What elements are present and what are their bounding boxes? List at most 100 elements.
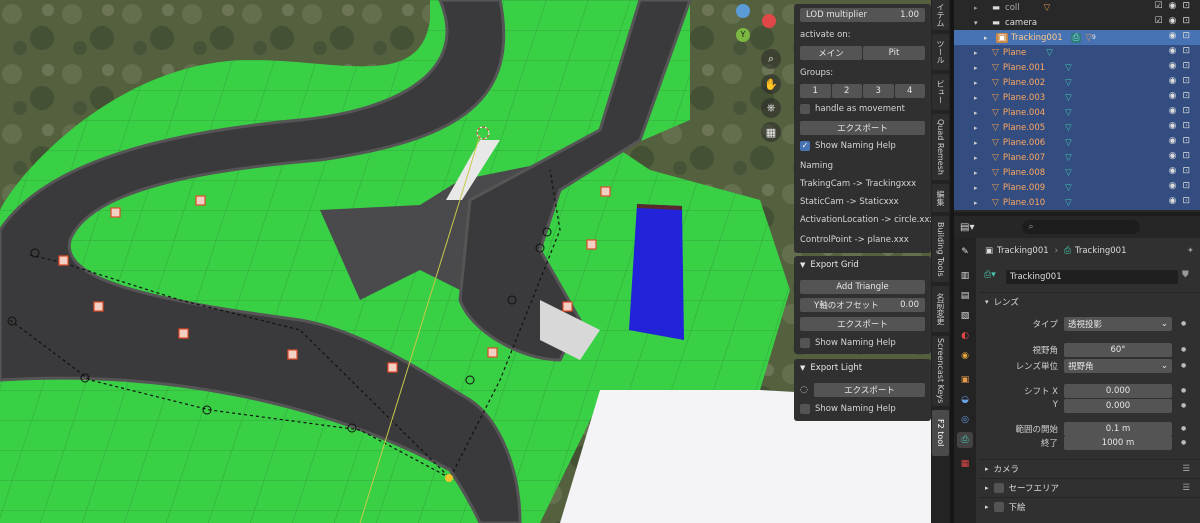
fov-field[interactable]: 60° [1064, 343, 1172, 357]
3d-viewport[interactable]: Y ⌕ ✋ ⎈ ▦ LOD multiplier 1.00 activate o… [0, 0, 937, 523]
add-triangle-button[interactable]: Add Triangle [800, 280, 925, 294]
expand-arrow-icon[interactable]: ▸ [984, 34, 996, 42]
outliner-row-plane[interactable]: ▸ ▽ Plane.006 ▽ ◉⊡ [954, 135, 1200, 150]
outliner-row-tracking001[interactable]: ▸ ▣ Tracking001 ⎙ ▽ 9 ◉⊡ [954, 30, 1200, 45]
show-naming-help-checkbox[interactable]: ✓ [800, 141, 810, 151]
camera-datablock-icon[interactable]: ⎙▾ [984, 270, 1002, 284]
clip-start-field[interactable]: 0.1 m [1064, 422, 1172, 436]
collapse-arrow-icon[interactable]: ▾ [974, 19, 992, 27]
outliner[interactable]: ▸ ▬ coll ▽ ☑◉⊡ ▾ ▬ camera ☑◉⊡ ▸ ▣ Tracki… [954, 0, 1200, 212]
lod-multiplier-field[interactable]: LOD multiplier 1.00 [800, 8, 925, 22]
editor-type-icon[interactable]: ▤▾ [960, 222, 974, 233]
grid-export-button[interactable]: エクスポート [800, 317, 925, 331]
group-3-button[interactable]: 3 [863, 84, 894, 98]
visibility-icons[interactable]: ◉⊡ [1169, 136, 1196, 146]
keyframe-dot-icon[interactable]: ● [1181, 402, 1186, 409]
gizmo-y-icon[interactable]: Y [736, 28, 750, 42]
activate-main-button[interactable]: メイン [800, 46, 862, 60]
handle-as-movement-checkbox[interactable] [800, 104, 810, 114]
properties-editor[interactable]: ▤▾ ⌕ ✎ ▥ ▤ ▧ ◐ ◉ ▣ ◒ ◎ ⎙ ▦ ▣ Tracking001… [954, 216, 1200, 523]
texture-tab-icon[interactable]: ▦ [957, 456, 973, 472]
outliner-row-plane[interactable]: ▸ ▽ Plane.002 ▽ ◉⊡ [954, 75, 1200, 90]
lens-type-dropdown[interactable]: 透視投影 ⌄ [1064, 317, 1172, 331]
expand-arrow-icon[interactable]: ▸ [974, 184, 992, 192]
tab-tool[interactable]: ツール [932, 34, 949, 70]
tab-item[interactable]: イテム [932, 0, 949, 30]
camera-export-button[interactable]: エクスポート [800, 121, 925, 135]
tab-edit[interactable]: 編集 [932, 184, 949, 212]
visibility-icons[interactable]: ◉⊡ [1169, 61, 1196, 71]
pin-icon[interactable]: ✦ [1187, 246, 1194, 256]
outliner-row-plane[interactable]: ▸ ▽ Plane.008 ▽ ◉⊡ [954, 165, 1200, 180]
outliner-row-plane[interactable]: ▸ ▽ Plane.001 ▽ ◉⊡ [954, 60, 1200, 75]
keyframe-dot-icon[interactable]: ● [1181, 425, 1186, 432]
background-images-checkbox[interactable] [993, 501, 1004, 512]
keyframe-dot-icon[interactable]: ● [1181, 346, 1186, 353]
keyframe-dot-icon[interactable]: ● [1181, 387, 1186, 394]
visibility-icons[interactable]: ◉⊡ [1169, 181, 1196, 191]
grid-icon[interactable]: ▦ [761, 122, 781, 142]
list-icon[interactable]: ☰ [1182, 464, 1190, 474]
properties-search-input[interactable]: ⌕ [1022, 220, 1141, 234]
tool-tab-icon[interactable]: ✎ [957, 244, 973, 260]
tab-quad-remesh[interactable]: Quad Remesh [932, 114, 949, 180]
keyframe-dot-icon[interactable]: ● [1181, 439, 1186, 446]
scene-tab-icon[interactable]: ◐ [957, 328, 973, 344]
safe-area-section-header[interactable]: ▸ セーフエリア ☰ [979, 478, 1200, 496]
group-2-button[interactable]: 2 [831, 84, 862, 98]
outliner-row-camera[interactable]: ▾ ▬ camera ☑◉⊡ [954, 15, 1200, 30]
datablock-name-field[interactable]: Tracking001 [1006, 270, 1178, 284]
y-offset-field[interactable]: Y軸のオフセット 0.00 [800, 298, 925, 312]
outliner-row-plane[interactable]: ▸ ▽ Plane.004 ▽ ◉⊡ [954, 105, 1200, 120]
tab-rename[interactable]: 名前変更 [932, 286, 949, 332]
grid-naming-help-checkbox[interactable] [800, 338, 810, 348]
expand-arrow-icon[interactable]: ▸ [974, 199, 992, 207]
constraint-tab-icon[interactable]: ◒ [957, 392, 973, 408]
expand-arrow-icon[interactable]: ▸ [974, 49, 992, 57]
shift-x-field[interactable]: 0.000 [1064, 384, 1172, 398]
gizmo-x-icon[interactable] [762, 14, 776, 28]
render-tab-icon[interactable]: ▥ [957, 268, 973, 284]
light-export-button[interactable]: エクスポート [814, 383, 925, 397]
visibility-icons[interactable]: ◉⊡ [1169, 91, 1196, 101]
list-icon[interactable]: ☰ [1182, 483, 1190, 493]
lens-section-header[interactable]: ▾ レンズ [979, 292, 1200, 310]
expand-arrow-icon[interactable]: ▸ [974, 154, 992, 162]
tab-building-tools[interactable]: Building Tools [932, 216, 949, 282]
visibility-icons[interactable]: ◉⊡ [1169, 166, 1196, 176]
expand-arrow-icon[interactable]: ▸ [974, 79, 992, 87]
expand-arrow-icon[interactable]: ▸ [974, 4, 992, 12]
export-grid-header[interactable]: ▼ Export Grid [794, 256, 931, 274]
clip-end-field[interactable]: 1000 m [1064, 436, 1172, 450]
group-1-button[interactable]: 1 [800, 84, 831, 98]
lens-unit-dropdown[interactable]: 視野角 ⌄ [1064, 359, 1172, 373]
visibility-icons[interactable]: ◉⊡ [1169, 196, 1196, 206]
outliner-row-plane[interactable]: ▸ ▽ Plane ▽ ◉⊡ [954, 45, 1200, 60]
gizmo-z-icon[interactable] [736, 4, 750, 18]
light-naming-help-checkbox[interactable] [800, 404, 810, 414]
outliner-row-plane[interactable]: ▸ ▽ Plane.005 ▽ ◉⊡ [954, 120, 1200, 135]
outliner-row-coll[interactable]: ▸ ▬ coll ▽ ☑◉⊡ [954, 0, 1200, 15]
output-tab-icon[interactable]: ▤ [957, 288, 973, 304]
tab-view[interactable]: ビュー [932, 74, 949, 110]
view-layer-tab-icon[interactable]: ▧ [957, 308, 973, 324]
camera-icon[interactable]: ⎈ [761, 98, 781, 118]
physics-tab-icon[interactable]: ◎ [957, 412, 973, 428]
export-light-header[interactable]: ▼ Export Light [794, 359, 931, 377]
expand-arrow-icon[interactable]: ▸ [974, 94, 992, 102]
tab-screencast-keys[interactable]: Screencast Keys [932, 336, 949, 406]
zoom-icon[interactable]: ⌕ [761, 49, 781, 69]
activate-pit-button[interactable]: Pit [863, 46, 925, 60]
expand-arrow-icon[interactable]: ▸ [974, 169, 992, 177]
camera-data-tab-icon[interactable]: ⎙ [957, 432, 973, 448]
keyframe-dot-icon[interactable]: ● [1181, 320, 1186, 327]
background-images-section-header[interactable]: ▸ 下絵 [979, 497, 1200, 515]
safe-area-checkbox[interactable] [993, 482, 1004, 493]
keyframe-dot-icon[interactable]: ● [1181, 362, 1186, 369]
object-tab-icon[interactable]: ▣ [957, 372, 973, 388]
visibility-icons[interactable]: ◉⊡ [1169, 121, 1196, 131]
outliner-row-plane[interactable]: ▸ ▽ Plane.010 ▽ ◉⊡ [954, 195, 1200, 210]
expand-arrow-icon[interactable]: ▸ [974, 64, 992, 72]
expand-arrow-icon[interactable]: ▸ [974, 109, 992, 117]
shift-y-field[interactable]: 0.000 [1064, 399, 1172, 413]
